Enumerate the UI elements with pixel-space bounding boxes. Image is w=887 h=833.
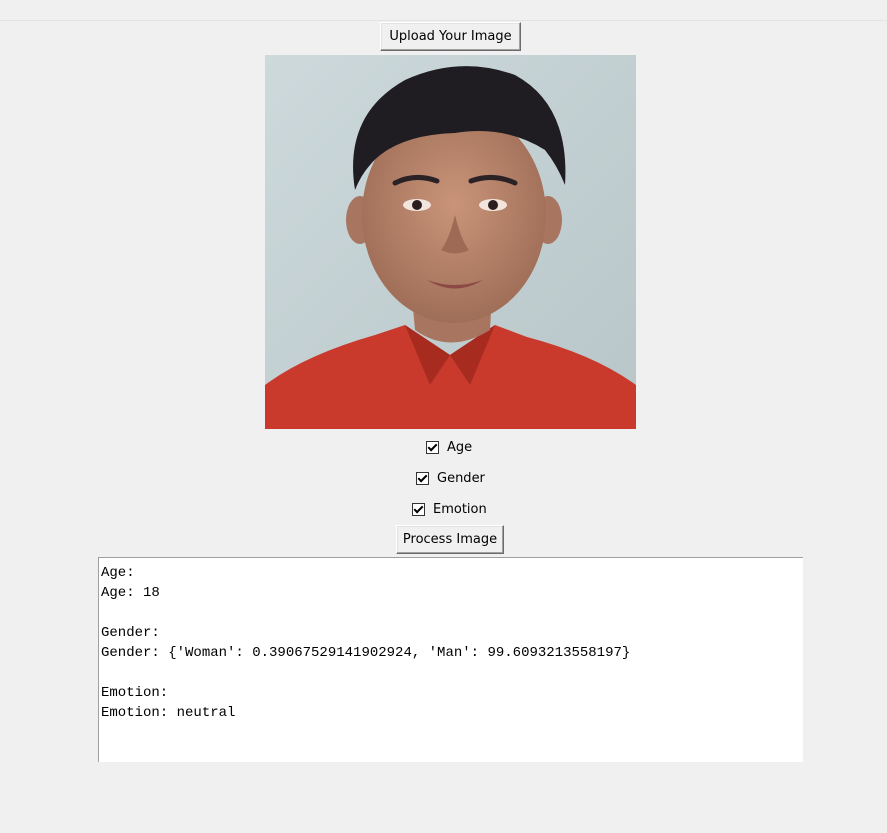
window-top-divider: [0, 20, 887, 21]
age-checkbox[interactable]: [426, 440, 439, 454]
gender-checkbox-row[interactable]: Gender: [416, 467, 485, 489]
emotion-checkbox[interactable]: [412, 502, 425, 516]
gender-checkbox-label: Gender: [437, 470, 485, 486]
emotion-checkbox-row[interactable]: Emotion: [412, 498, 487, 520]
uploaded-photo: [265, 55, 636, 429]
output-line: Age: 18: [101, 585, 160, 601]
process-image-button[interactable]: Process Image: [396, 525, 504, 554]
output-line: Emotion:: [101, 685, 169, 701]
gender-checkbox[interactable]: [416, 471, 429, 485]
portrait-image: [265, 55, 636, 429]
output-line: Gender:: [101, 625, 160, 641]
age-checkbox-label: Age: [447, 439, 473, 455]
results-text-area[interactable]: Age: Age: 18 Gender: Gender: {'Woman': 0…: [98, 557, 803, 762]
output-line: Emotion: neutral: [101, 705, 236, 721]
emotion-checkbox-label: Emotion: [433, 501, 487, 517]
upload-image-button[interactable]: Upload Your Image: [380, 22, 521, 51]
age-checkbox-row[interactable]: Age: [426, 436, 472, 458]
output-line: Age:: [101, 565, 135, 581]
output-line: Gender: {'Woman': 0.39067529141902924, '…: [101, 645, 631, 661]
